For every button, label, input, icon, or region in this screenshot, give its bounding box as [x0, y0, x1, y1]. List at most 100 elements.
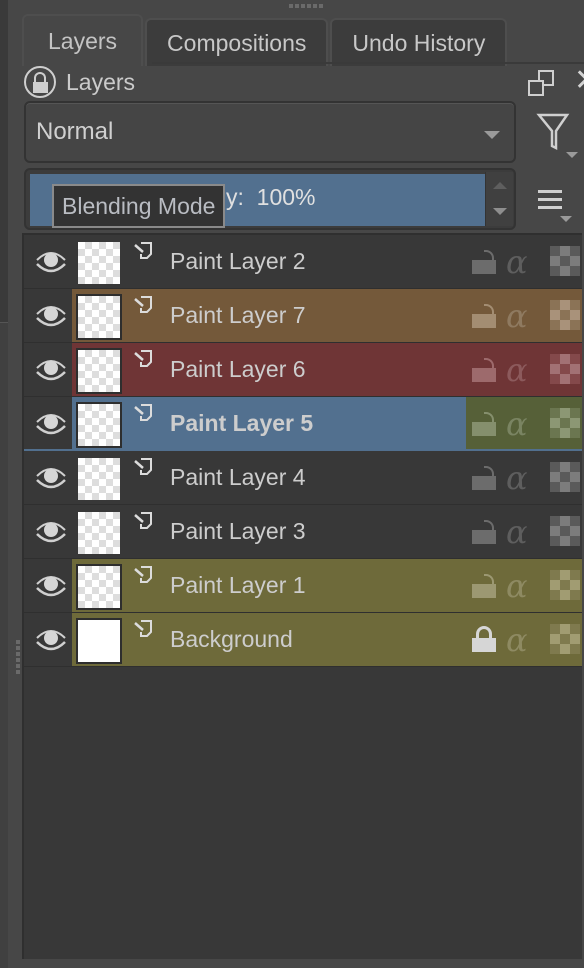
layer-name[interactable]: Paint Layer 5 — [170, 410, 313, 437]
paint-layer-icon — [134, 458, 152, 475]
layer-row[interactable]: Paint Layer 5 α — [24, 397, 582, 451]
unlocked-icon[interactable] — [472, 520, 498, 544]
float-window-icon[interactable] — [528, 70, 556, 98]
layer-thumbnail[interactable] — [78, 458, 120, 500]
layer-thumbnail[interactable] — [76, 294, 122, 340]
layer-row[interactable]: Paint Layer 4 α — [24, 451, 582, 505]
layer-property-icons: α — [466, 289, 582, 343]
paint-layer-icon — [134, 242, 152, 259]
chevron-down-icon — [484, 131, 500, 139]
layer-name[interactable]: Paint Layer 6 — [170, 356, 306, 383]
unlocked-icon[interactable] — [472, 304, 498, 328]
opacity-label-fragment: y: — [226, 184, 244, 210]
locked-icon[interactable] — [472, 626, 498, 652]
layer-name[interactable]: Paint Layer 3 — [170, 518, 306, 545]
alpha-lock-icon[interactable]: α — [506, 459, 528, 497]
unlocked-icon[interactable] — [472, 358, 498, 382]
paint-layer-icon — [134, 296, 152, 313]
inherit-alpha-checker-icon[interactable] — [550, 570, 580, 600]
layer-thumbnail[interactable] — [76, 348, 122, 394]
alpha-lock-icon[interactable]: α — [506, 567, 528, 605]
docker-title-bar: Layers ✕ — [22, 64, 584, 100]
layer-thumbnail[interactable] — [78, 512, 120, 554]
inherit-alpha-checker-icon[interactable] — [550, 624, 580, 654]
layer-property-icons: α — [466, 613, 582, 667]
visibility-eye-icon[interactable] — [36, 303, 66, 329]
layer-row[interactable]: Paint Layer 7 α — [24, 289, 582, 343]
visibility-eye-icon[interactable] — [36, 627, 66, 653]
layer-property-icons: α — [466, 397, 582, 451]
layer-list[interactable]: Paint Layer 2 α Paint Layer 7 α Paint Layer … — [22, 233, 582, 959]
layer-property-icons: α — [466, 235, 582, 289]
filter-button[interactable] — [532, 112, 584, 162]
layer-thumbnail[interactable] — [76, 618, 122, 664]
menu-dropdown-arrow — [560, 216, 572, 222]
inherit-alpha-checker-icon[interactable] — [550, 408, 580, 438]
lock-docker-icon[interactable] — [24, 66, 56, 98]
visibility-eye-icon[interactable] — [36, 411, 66, 437]
inherit-alpha-checker-icon[interactable] — [550, 516, 580, 546]
layer-name[interactable]: Background — [170, 626, 293, 653]
layer-property-icons: α — [466, 505, 582, 559]
layer-row[interactable]: Paint Layer 6 α — [24, 343, 582, 397]
blending-mode-tooltip: Blending Mode — [52, 184, 226, 228]
layer-name[interactable]: Paint Layer 2 — [170, 248, 306, 275]
tab-layers[interactable]: Layers — [22, 14, 144, 66]
unlocked-icon[interactable] — [472, 466, 498, 490]
hamburger-menu-icon — [538, 190, 562, 193]
layer-options-menu-button[interactable] — [536, 186, 576, 226]
paint-layer-icon — [134, 350, 152, 367]
inherit-alpha-checker-icon[interactable] — [550, 354, 580, 384]
layer-row[interactable]: Background α — [24, 613, 582, 667]
visibility-eye-icon[interactable] — [36, 519, 66, 545]
unlocked-icon[interactable] — [472, 574, 498, 598]
alpha-lock-icon[interactable]: α — [506, 351, 528, 389]
alpha-lock-icon[interactable]: α — [506, 405, 528, 443]
dock-drag-handle-left[interactable] — [16, 640, 20, 676]
layer-thumbnail[interactable] — [76, 402, 122, 448]
layer-thumbnail[interactable] — [76, 564, 122, 610]
layer-name[interactable]: Paint Layer 7 — [170, 302, 306, 329]
hamburger-line — [538, 198, 562, 201]
blending-mode-select[interactable]: Normal — [24, 101, 516, 163]
opacity-value-text: y: 100% — [226, 184, 316, 211]
blending-mode-value: Normal — [36, 118, 114, 145]
layer-row[interactable]: Paint Layer 2 α — [24, 235, 582, 289]
alpha-lock-icon[interactable]: α — [506, 513, 528, 551]
layer-row[interactable]: Paint Layer 3 α — [24, 505, 582, 559]
layer-property-icons: α — [466, 343, 582, 397]
visibility-eye-icon[interactable] — [36, 357, 66, 383]
opacity-spinbox[interactable] — [485, 172, 513, 226]
tab-compositions[interactable]: Compositions — [145, 18, 329, 66]
filter-icon — [536, 113, 570, 151]
layers-docker-panel: Layers Compositions Undo History Layers … — [0, 0, 584, 968]
paint-layer-icon — [134, 512, 152, 529]
layer-row[interactable]: Paint Layer 1 α — [24, 559, 582, 613]
filter-dropdown-arrow — [566, 152, 578, 158]
layer-name[interactable]: Paint Layer 4 — [170, 464, 306, 491]
docker-tabs: Layers Compositions Undo History — [22, 14, 508, 66]
visibility-eye-icon[interactable] — [36, 249, 66, 275]
alpha-lock-icon[interactable]: α — [506, 297, 528, 335]
tab-undo-history[interactable]: Undo History — [330, 18, 508, 66]
layer-name[interactable]: Paint Layer 1 — [170, 572, 306, 599]
alpha-lock-icon[interactable]: α — [506, 621, 528, 659]
visibility-eye-icon[interactable] — [36, 573, 66, 599]
visibility-eye-icon[interactable] — [36, 465, 66, 491]
alpha-lock-icon[interactable]: α — [506, 243, 528, 281]
paint-layer-icon — [134, 404, 152, 421]
paint-layer-icon — [134, 566, 152, 583]
hamburger-line — [538, 206, 562, 209]
unlocked-icon[interactable] — [472, 412, 498, 436]
dock-drag-handle-top[interactable] — [289, 4, 325, 8]
layer-thumbnail[interactable] — [78, 242, 120, 284]
docker-title: Layers — [66, 68, 136, 95]
inherit-alpha-checker-icon[interactable] — [550, 300, 580, 330]
spin-down-icon[interactable] — [493, 208, 507, 215]
spin-up-icon[interactable] — [493, 182, 507, 189]
paint-layer-icon — [134, 620, 152, 637]
unlocked-icon[interactable] — [472, 250, 498, 274]
inherit-alpha-checker-icon[interactable] — [550, 462, 580, 492]
inherit-alpha-checker-icon[interactable] — [550, 246, 580, 276]
close-icon[interactable]: ✕ — [574, 66, 584, 96]
